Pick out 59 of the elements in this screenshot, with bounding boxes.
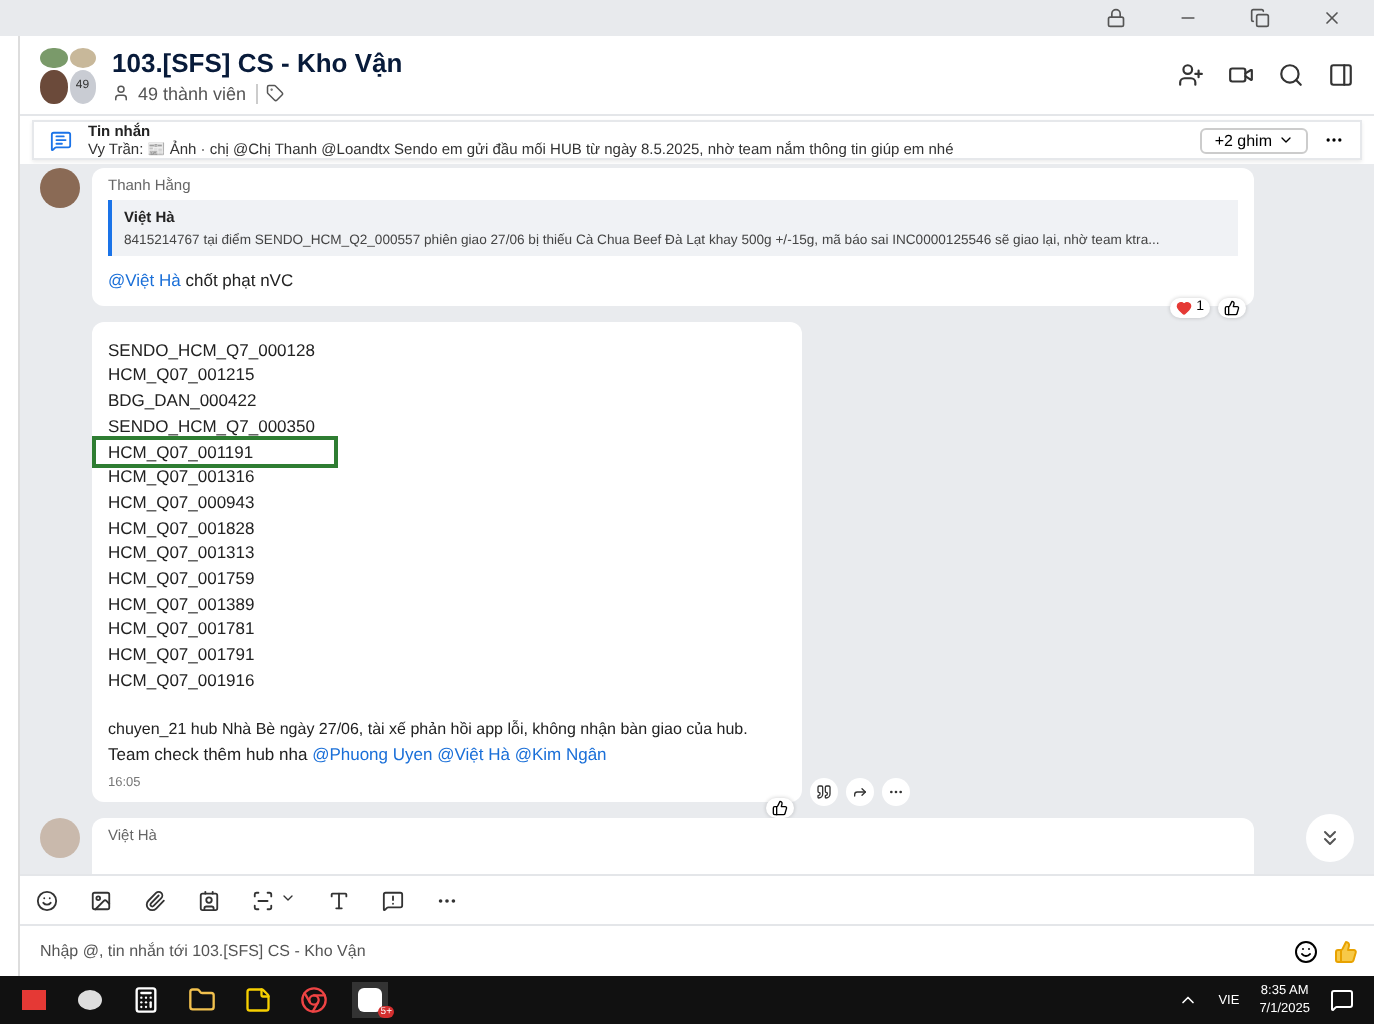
thumbs-up-icon[interactable] xyxy=(1334,939,1358,963)
close-icon[interactable] xyxy=(1322,8,1342,28)
message-icon xyxy=(50,129,72,151)
chevron-down-icon xyxy=(1278,132,1294,148)
heart-icon xyxy=(1176,299,1193,316)
code-line: HCM_Q07_001313 xyxy=(108,540,255,567)
code-line: HCM_Q07_001759 xyxy=(108,566,255,592)
image-icon[interactable] xyxy=(90,889,112,911)
code-line: HCM_Q07_001215 xyxy=(108,362,255,389)
thumbs-up-icon xyxy=(1224,299,1240,316)
notifications-icon[interactable] xyxy=(1330,988,1354,1012)
message-text: chuyen_21 hub Nhà Bè ngày 27/06, tài xế phản hồi app lỗi, không nhận bàn giao của hub. xyxy=(108,717,750,742)
message-text: Team check thêm hub nha @Phuong Uyen @Việt Hà @Kim Ngân xyxy=(108,742,609,768)
avatar xyxy=(40,817,80,858)
quote-button[interactable] xyxy=(810,777,838,806)
pins-dropdown[interactable]: +2 ghim xyxy=(1200,127,1308,153)
like-button[interactable] xyxy=(766,797,794,818)
attachment-icon[interactable] xyxy=(144,889,166,911)
chat-title: 103.[SFS] CS - Kho Vận xyxy=(112,47,403,77)
quick-message-icon[interactable] xyxy=(382,889,404,911)
highlighted-code: HCM_Q07_001191 xyxy=(96,439,334,465)
forward-button[interactable] xyxy=(846,777,874,806)
mention-link[interactable]: @Kim Ngân xyxy=(514,744,607,765)
tag-icon[interactable] xyxy=(266,84,285,102)
text-format-icon[interactable] xyxy=(328,889,350,911)
search-icon[interactable] xyxy=(1278,62,1304,88)
code-line: BDG_DAN_000422 xyxy=(108,388,257,414)
contact-card-icon[interactable] xyxy=(198,889,220,911)
emoji-icon[interactable] xyxy=(1294,939,1318,963)
scroll-down-button[interactable] xyxy=(1306,814,1354,862)
quote-icon xyxy=(816,783,832,800)
avatar xyxy=(40,168,80,208)
code-line: HCM_Q07_000943 xyxy=(108,489,255,516)
mention-link[interactable]: @Phuong Uyen xyxy=(312,744,433,765)
restore-icon[interactable] xyxy=(1250,8,1270,28)
lock-icon[interactable] xyxy=(1106,8,1126,28)
add-member-icon[interactable] xyxy=(1178,62,1204,88)
code-line: HCM_Q07_001828 xyxy=(108,515,255,541)
thumbs-up-icon xyxy=(772,799,788,816)
like-button[interactable] xyxy=(1218,297,1246,318)
mention-link[interactable]: @Việt Hà xyxy=(437,744,510,765)
person-icon xyxy=(112,84,130,102)
forward-icon xyxy=(852,783,868,800)
message-text: @Việt Hà chốt phạt nVC xyxy=(108,268,296,294)
browser-icon[interactable] xyxy=(296,982,332,1018)
code-line: HCM_Q07_001389 xyxy=(108,591,255,617)
code-line: HCM_Q07_001916 xyxy=(108,667,255,694)
mention-link[interactable]: @Việt Hà xyxy=(108,270,181,290)
side-panel-icon[interactable] xyxy=(1328,62,1354,88)
sticker-icon[interactable] xyxy=(36,889,58,911)
code-line: HCM_Q07_001791 xyxy=(108,642,255,668)
code-line: HCM_Q07_001316 xyxy=(108,464,255,490)
code-line: HCM_Q07_001781 xyxy=(108,616,255,643)
code-line: SENDO_HCM_Q7_000350 xyxy=(108,413,315,440)
sticky-note-icon[interactable] xyxy=(240,982,276,1018)
member-count[interactable]: 49 thành viên xyxy=(138,83,259,103)
screenshot-icon[interactable] xyxy=(252,889,274,911)
code-line: SENDO_HCM_Q7_000128 xyxy=(108,337,315,363)
video-call-icon[interactable] xyxy=(1228,62,1254,88)
